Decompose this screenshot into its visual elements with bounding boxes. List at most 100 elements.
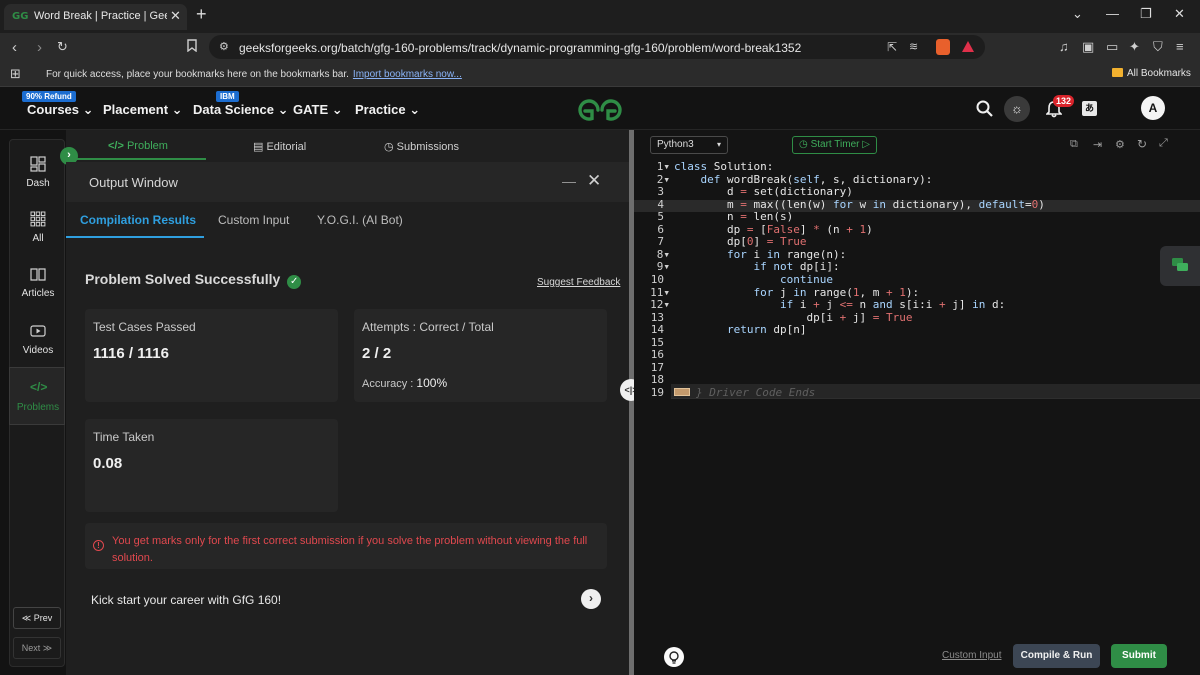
minimize-icon[interactable]: — xyxy=(1106,6,1119,21)
nav-practice[interactable]: Practice ⌄ xyxy=(355,102,420,118)
reset-icon[interactable]: ↻ xyxy=(1137,137,1147,151)
apps-grid-icon[interactable]: ⊞ xyxy=(10,66,21,82)
tab-editorial-label: Editorial xyxy=(266,141,307,153)
code-editor: Python3 ▾ ◷ Start Timer ▷ ⧉ ⇥ ⚙ ↻ ⤢ 1▾ 2▾ 3… xyxy=(634,130,1200,675)
nav-placement[interactable]: Placement ⌄ xyxy=(103,102,183,118)
caret-down-icon: ▾ xyxy=(716,140,721,149)
address-bar[interactable]: ⚙ geeksforgeeks.org/batch/gfg-160-proble… xyxy=(209,35,985,59)
settings-icon[interactable]: ⚙ xyxy=(1115,138,1125,151)
reload-icon[interactable]: ↻ xyxy=(57,39,68,55)
tab-search-chevron-icon[interactable]: ⌄ xyxy=(1072,6,1083,22)
code-line: dp[i + j] = True xyxy=(674,310,913,324)
chevron-right-icon[interactable]: › xyxy=(581,589,601,609)
tab-custom-input[interactable]: Custom Input xyxy=(218,213,289,227)
bookmark-icon[interactable] xyxy=(187,39,197,52)
nav-courses[interactable]: Courses ⌄ xyxy=(27,102,94,118)
site-info-icon[interactable]: ⚙ xyxy=(219,40,229,53)
tab-editorial[interactable]: ▤ Editorial xyxy=(253,140,306,153)
video-icon xyxy=(30,323,46,339)
chat-button[interactable] xyxy=(1160,246,1200,286)
code-icon: </> xyxy=(108,140,124,152)
accuracy: Accuracy : 100% xyxy=(362,376,447,390)
chevron-down-icon: ⌄ xyxy=(171,102,183,117)
chevron-down-icon: ⌄ xyxy=(82,102,94,117)
import-icon[interactable]: ⇥ xyxy=(1093,138,1102,151)
line-number: 5 xyxy=(657,210,664,224)
nav-gate[interactable]: GATE ⌄ xyxy=(293,102,343,118)
nav-gate-label: GATE xyxy=(293,102,329,117)
clock-icon: ◷ xyxy=(799,139,808,150)
browser-tab-strip: GG Word Break | Practice | GeeksforGeeks… xyxy=(0,0,1200,33)
language-select[interactable]: Python3 ▾ xyxy=(650,136,728,154)
all-bookmarks[interactable]: All Bookmarks xyxy=(1112,68,1191,79)
theme-toggle-icon[interactable]: ☼ xyxy=(1004,96,1030,122)
left-rail: Dash All Articles Videos </> Problems ≪ … xyxy=(9,139,65,667)
tab-compilation-results[interactable]: Compilation Results xyxy=(80,213,196,227)
line-number-gutter: 1▾ 2▾ 3 4 5 6 7 8▾ 9▾ 10 11▾ 12▾ 13 14 15 16 17 18 19 xyxy=(634,159,671,399)
line-number: 2▾ xyxy=(656,172,670,186)
marks-notice-text: You get marks only for the first correct… xyxy=(112,535,588,564)
language-value: Python3 xyxy=(657,139,694,150)
maximize-icon[interactable]: ❐ xyxy=(1140,6,1152,22)
tab-yogi-ai-bot[interactable]: Y.O.G.I. (AI Bot) xyxy=(317,213,403,227)
clock-icon: ◷ xyxy=(384,141,394,153)
rail-item-problems[interactable]: </> Problems xyxy=(10,380,66,413)
rail-articles-label: Articles xyxy=(21,288,55,299)
rail-item-dash[interactable]: Dash xyxy=(10,156,66,189)
rail-item-problems-active[interactable]: </> Problems xyxy=(9,367,65,425)
minimize-output-icon[interactable]: — xyxy=(562,173,576,189)
start-timer-button[interactable]: ◷ Start Timer ▷ xyxy=(792,136,877,154)
rail-problems-label: Problems xyxy=(16,402,60,413)
nav-data-science[interactable]: Data Science ⌄ xyxy=(193,102,288,118)
submit-button[interactable]: Submit xyxy=(1111,644,1167,668)
custom-input-link[interactable]: Custom Input xyxy=(942,650,1001,661)
window-close-icon[interactable]: ✕ xyxy=(1174,6,1185,22)
attempts-value: 2 / 2 xyxy=(362,345,392,362)
prev-button[interactable]: ≪ Prev xyxy=(13,607,61,629)
accuracy-value: 100% xyxy=(416,376,448,390)
tab-submissions[interactable]: ◷ Submissions xyxy=(384,140,459,153)
tab-close-icon[interactable]: ✕ xyxy=(170,8,181,24)
tab-problem[interactable]: </> Problem xyxy=(108,140,168,152)
career-banner[interactable]: Kick start your career with GfG 160! › xyxy=(85,585,607,613)
gfg-logo-icon[interactable] xyxy=(576,98,624,122)
line-number: 7 xyxy=(657,235,664,249)
next-button[interactable]: Next ≫ xyxy=(13,637,61,659)
fullscreen-icon[interactable]: ⤢ xyxy=(1159,137,1168,150)
fold-marker-icon[interactable] xyxy=(674,387,690,396)
line-number: 19 xyxy=(650,385,664,399)
rss-icon[interactable]: ≋ xyxy=(909,40,918,53)
back-icon[interactable]: ‹ xyxy=(12,39,17,56)
media-icon[interactable]: ♫ xyxy=(1059,39,1069,54)
lightbulb-icon[interactable] xyxy=(664,647,684,667)
forward-icon[interactable]: › xyxy=(37,39,42,56)
rail-item-articles[interactable]: Articles xyxy=(10,266,66,299)
translate-icon[interactable]: あ xyxy=(1082,101,1097,116)
browser-tab[interactable]: GG Word Break | Practice | GeeksforGeeks… xyxy=(4,4,187,30)
site-navigation: 90% Refund Courses ⌄ Placement ⌄ IBM Dat… xyxy=(0,88,1200,130)
new-tab-plus-icon[interactable]: + xyxy=(196,4,207,25)
line-number: 3 xyxy=(657,185,664,199)
check-circle-icon: ✓ xyxy=(287,275,302,289)
compile-run-button[interactable]: Compile & Run xyxy=(1013,644,1100,668)
attempts-label: Attempts : Correct / Total xyxy=(362,320,494,334)
suggest-feedback-link[interactable]: Suggest Feedback xyxy=(537,277,620,288)
wallet-icon[interactable]: ▭ xyxy=(1106,39,1118,55)
menu-icon[interactable]: ≡ xyxy=(1176,39,1184,54)
brave-rewards-icon[interactable] xyxy=(961,40,975,53)
line-number: 18 xyxy=(650,373,664,387)
search-icon[interactable] xyxy=(976,100,993,117)
share-icon[interactable]: ⇱ xyxy=(887,40,897,54)
avatar[interactable]: A xyxy=(1141,96,1165,120)
copy-icon[interactable]: ⧉ xyxy=(1070,138,1078,151)
time-taken-label: Time Taken xyxy=(93,430,155,444)
import-bookmarks-link[interactable]: Import bookmarks now... xyxy=(353,69,462,80)
brave-shield-icon[interactable] xyxy=(936,39,950,55)
rail-item-videos[interactable]: Videos xyxy=(10,323,66,356)
rail-item-all[interactable]: All xyxy=(10,211,66,244)
close-output-icon[interactable]: ✕ xyxy=(587,171,601,191)
line-number: 17 xyxy=(650,360,664,374)
vpn-icon[interactable]: ⛉ xyxy=(1153,39,1163,55)
sidebar-icon[interactable]: ▣ xyxy=(1082,39,1094,55)
leo-ai-icon[interactable]: ✦ xyxy=(1129,39,1140,55)
